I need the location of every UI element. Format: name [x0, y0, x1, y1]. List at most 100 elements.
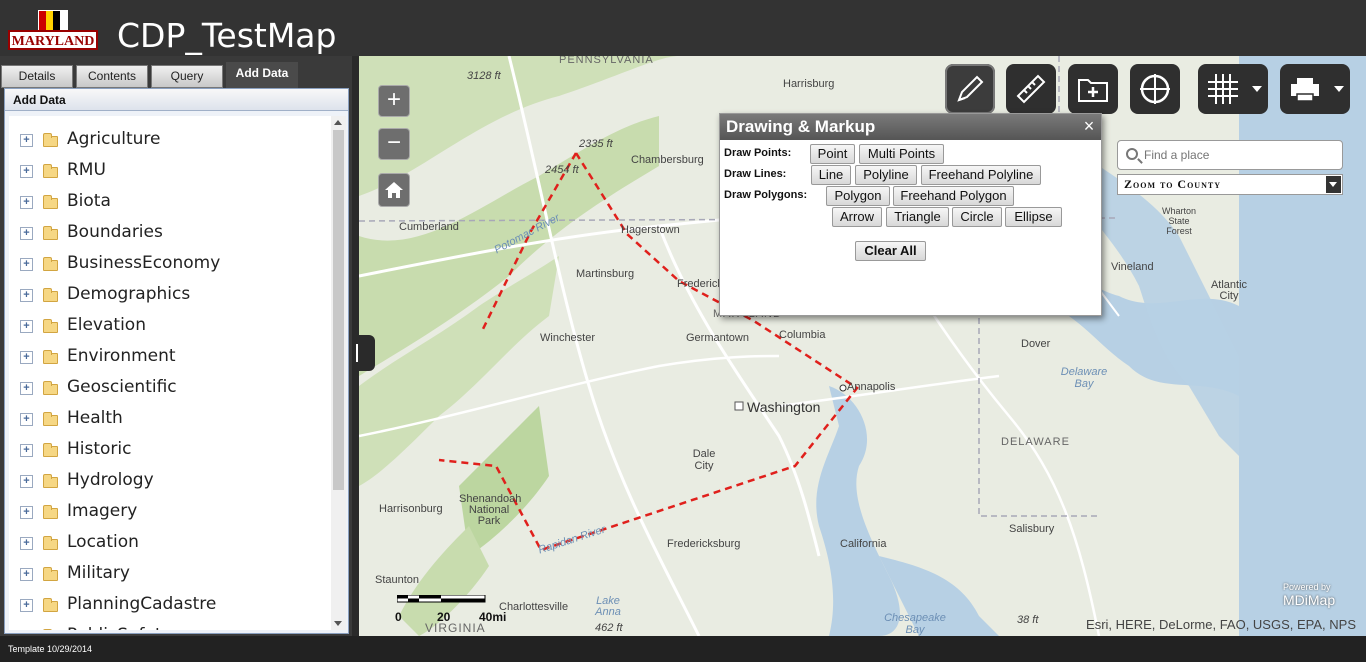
chevron-down-icon[interactable] — [1326, 176, 1341, 193]
tree-item-label: Health — [67, 408, 123, 428]
grid-tool-button[interactable] — [1198, 64, 1268, 114]
home-button[interactable] — [378, 173, 410, 207]
tab-add-data[interactable]: Add Data — [226, 62, 298, 88]
map-view[interactable]: PENNSYLVANIA 3128 ft Harrisburg 2335 ft … — [359, 56, 1366, 636]
label-wharton: Wharton State Forest — [1161, 206, 1196, 236]
tree-scrollbar[interactable] — [331, 116, 346, 630]
tree-item[interactable]: +PublicSafety — [9, 612, 331, 630]
tree-item-label: Environment — [67, 346, 176, 366]
add-data-tool-button[interactable] — [1068, 64, 1118, 114]
multi-points-button[interactable]: Multi Points — [859, 144, 944, 164]
expand-icon[interactable]: + — [20, 599, 33, 612]
draw-points-label: Draw Points: — [724, 147, 792, 159]
tree-item-label: Demographics — [67, 284, 191, 304]
folder-icon — [43, 536, 58, 550]
label-california: California — [840, 538, 887, 550]
label-vineland: Vineland — [1111, 261, 1154, 273]
tree-item[interactable]: + Historic — [9, 426, 331, 459]
polygon-button[interactable]: Polygon — [826, 186, 890, 206]
triangle-button[interactable]: Triangle — [886, 207, 949, 227]
expand-icon[interactable]: + — [20, 320, 33, 333]
expand-icon[interactable]: + — [20, 258, 33, 271]
label-washington: Washington — [747, 399, 821, 415]
arrow-button[interactable]: Arrow — [832, 207, 882, 227]
tree-item[interactable]: + Imagery — [9, 488, 331, 521]
folder-icon — [43, 319, 58, 333]
tree-item[interactable]: + Geoscientific — [9, 364, 331, 397]
freehand-polygon-button[interactable]: Freehand Polygon — [893, 186, 1014, 206]
tab-query[interactable]: Query — [151, 65, 223, 88]
expand-icon[interactable]: + — [20, 227, 33, 240]
expand-icon[interactable]: + — [20, 475, 33, 488]
county-select[interactable]: Zoom to County — [1117, 174, 1343, 195]
collapse-panel-handle[interactable] — [353, 335, 375, 371]
expand-icon[interactable]: + — [20, 196, 33, 209]
line-button[interactable]: Line — [811, 165, 851, 185]
clear-all-button[interactable]: Clear All — [855, 241, 926, 261]
label-martinsburg: Martinsburg — [576, 268, 635, 280]
tree-item[interactable]: + Environment — [9, 333, 331, 366]
place-search[interactable] — [1117, 140, 1343, 170]
chevron-down-icon[interactable] — [1334, 86, 1344, 92]
panel-tabs: Details Contents Query Add Data — [0, 62, 352, 88]
tree-item-label: Biota — [67, 191, 111, 211]
tree-item[interactable]: + RMU — [9, 147, 331, 180]
freehand-polyline-button[interactable]: Freehand Polyline — [921, 165, 1041, 185]
tree-item[interactable]: + Location — [9, 519, 331, 552]
circle-button[interactable]: Circle — [952, 207, 1002, 227]
label-chambersburg: Chambersburg — [631, 154, 704, 166]
label-virginia: VIRGINIA — [425, 621, 486, 635]
measure-tool-button[interactable] — [1006, 64, 1056, 114]
tree-item[interactable]: + Agriculture — [9, 116, 331, 149]
expand-icon[interactable]: + — [20, 351, 33, 364]
tree-item[interactable]: + Hydrology — [9, 457, 331, 490]
tab-contents[interactable]: Contents — [76, 65, 148, 88]
label-elev-3128: 3128 ft — [467, 70, 501, 82]
expand-icon[interactable]: + — [20, 382, 33, 395]
tree-item-label: Agriculture — [67, 129, 161, 149]
ellipse-button[interactable]: Ellipse — [1005, 207, 1062, 227]
print-tool-button[interactable] — [1280, 64, 1350, 114]
expand-icon[interactable]: + — [20, 413, 33, 426]
chevron-down-icon[interactable] — [1252, 86, 1262, 92]
tree-item[interactable]: + PlanningCadastre — [9, 581, 331, 614]
expand-icon[interactable]: + — [20, 165, 33, 178]
expand-icon[interactable]: + — [20, 568, 33, 581]
label-annapolis: Annapolis — [847, 381, 896, 393]
draw-tool-button[interactable] — [945, 64, 995, 114]
scroll-thumb[interactable] — [333, 130, 344, 490]
expand-icon[interactable]: + — [20, 537, 33, 550]
zoom-in-button[interactable]: + — [378, 85, 410, 117]
tree-item-label: Elevation — [67, 315, 146, 335]
expand-icon[interactable]: + — [20, 444, 33, 457]
app-title: CDP_TestMap — [117, 16, 337, 55]
folder-icon — [43, 226, 58, 240]
tree-item-label: RMU — [67, 160, 106, 180]
tree-item[interactable]: + Health — [9, 395, 331, 428]
tab-details[interactable]: Details — [1, 65, 73, 88]
tree-item[interactable]: + Demographics — [9, 271, 331, 304]
scroll-down-icon[interactable] — [334, 621, 342, 626]
printer-icon — [1291, 78, 1319, 102]
maryland-logo: MARYLAND — [8, 10, 98, 50]
close-icon[interactable]: × — [1081, 116, 1097, 137]
tree-item[interactable]: + Elevation — [9, 302, 331, 335]
folder-icon — [43, 443, 58, 457]
label-harrisonburg: Harrisonburg — [379, 503, 443, 515]
scroll-up-icon[interactable] — [334, 120, 342, 125]
expand-icon[interactable]: + — [20, 134, 33, 147]
tree-item[interactable]: + Boundaries — [9, 209, 331, 242]
polyline-button[interactable]: Polyline — [855, 165, 917, 185]
zoom-out-button[interactable]: − — [378, 128, 410, 160]
expand-icon[interactable]: + — [20, 289, 33, 302]
expand-icon[interactable]: + — [20, 506, 33, 519]
tree-item[interactable]: + Military — [9, 550, 331, 583]
label-elev-2335: 2335 ft — [579, 138, 613, 150]
pencil-icon — [957, 75, 984, 102]
tree-item[interactable]: + Biota — [9, 178, 331, 211]
search-input[interactable] — [1144, 145, 1334, 165]
locate-tool-button[interactable] — [1130, 64, 1180, 114]
label-lake-anna: Lake Anna — [595, 595, 621, 618]
point-button[interactable]: Point — [810, 144, 855, 164]
tree-item[interactable]: + BusinessEconomy — [9, 240, 331, 273]
